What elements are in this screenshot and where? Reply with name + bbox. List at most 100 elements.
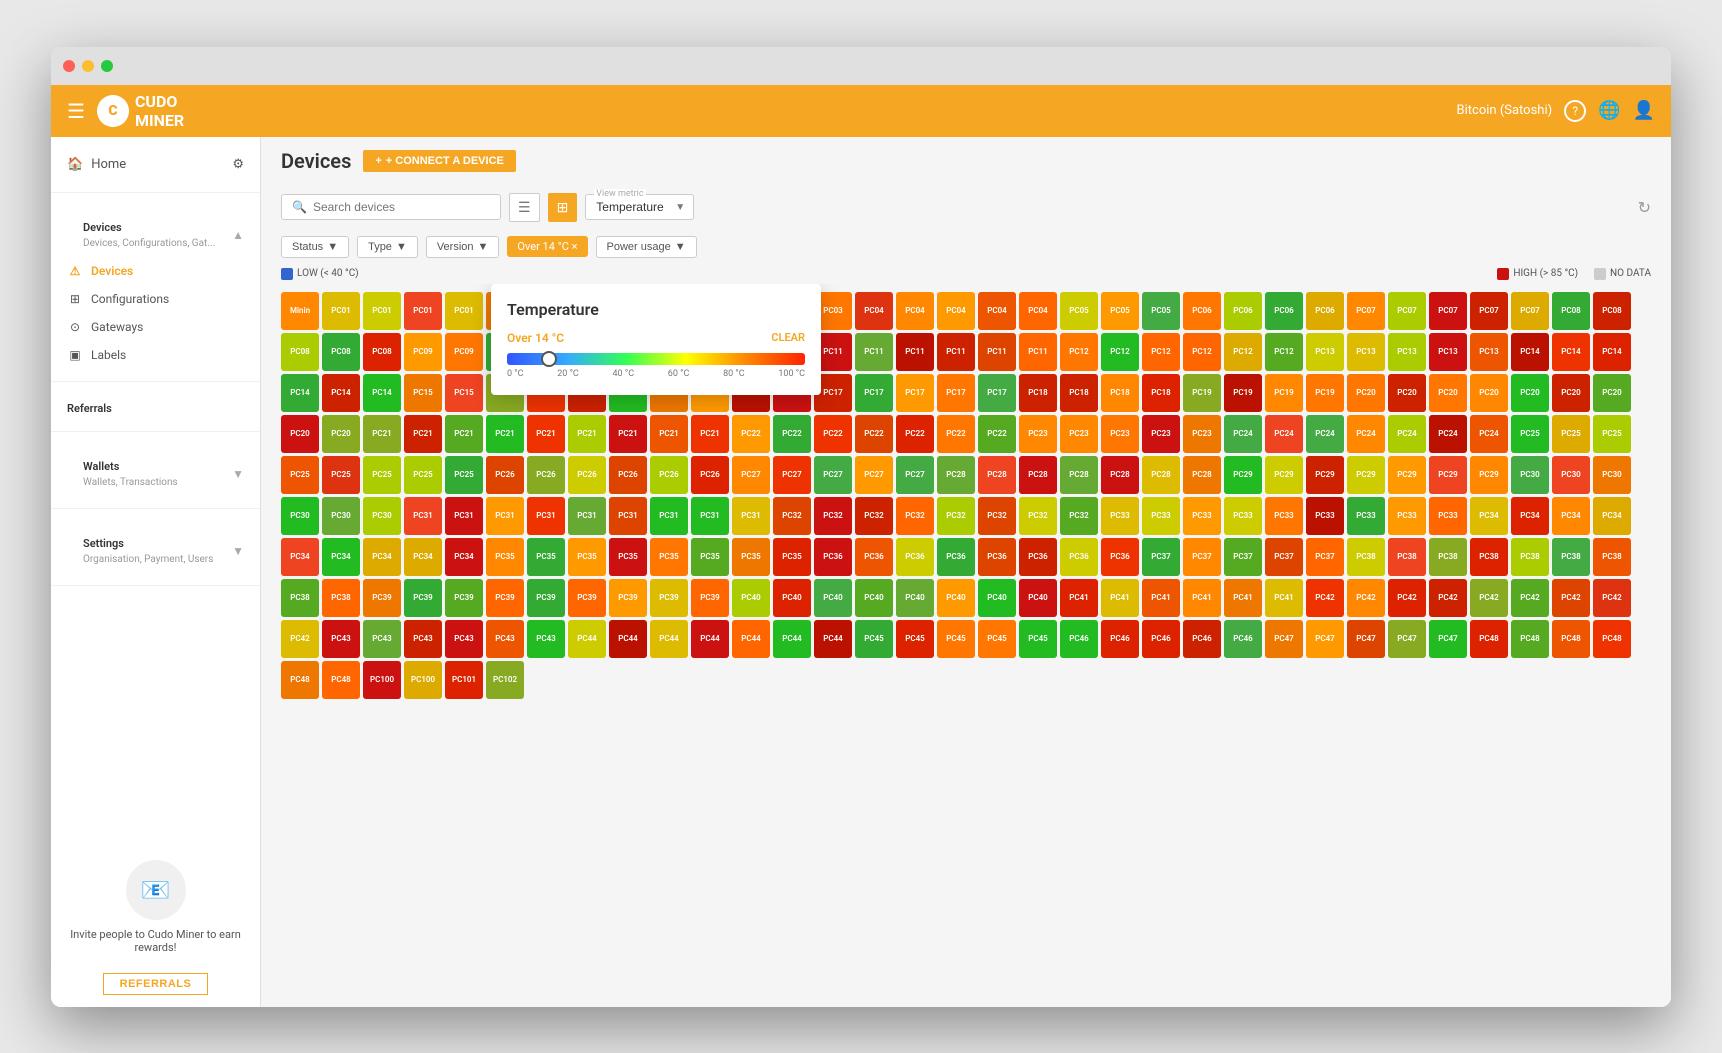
- device-tile[interactable]: PC36: [855, 538, 893, 576]
- device-tile[interactable]: PC19: [1306, 374, 1344, 412]
- device-tile[interactable]: PC01: [363, 292, 401, 330]
- device-tile[interactable]: PC33: [1306, 497, 1344, 535]
- collapse-icon[interactable]: ▲: [232, 228, 244, 242]
- device-tile[interactable]: PC41: [1224, 579, 1262, 617]
- device-tile[interactable]: PC31: [486, 497, 524, 535]
- device-tile[interactable]: PC07: [1429, 292, 1467, 330]
- wallets-collapse-icon[interactable]: ▼: [232, 467, 244, 481]
- device-tile[interactable]: PC32: [978, 497, 1016, 535]
- device-tile[interactable]: PC39: [404, 579, 442, 617]
- settings-collapse-icon[interactable]: ▼: [232, 544, 244, 558]
- connect-device-button[interactable]: + + CONNECT A DEVICE: [363, 150, 516, 172]
- device-tile[interactable]: PC13: [1470, 333, 1508, 371]
- device-tile[interactable]: PC29: [1470, 456, 1508, 494]
- device-tile[interactable]: PC41: [1183, 579, 1221, 617]
- device-tile[interactable]: PC34: [281, 538, 319, 576]
- device-tile[interactable]: Minin: [281, 292, 319, 330]
- device-tile[interactable]: PC44: [691, 620, 729, 658]
- user-icon[interactable]: 👤: [1633, 100, 1655, 121]
- device-tile[interactable]: PC29: [1265, 456, 1303, 494]
- device-tile[interactable]: PC43: [527, 620, 565, 658]
- device-tile[interactable]: PC01: [445, 292, 483, 330]
- device-tile[interactable]: PC13: [1388, 333, 1426, 371]
- device-tile[interactable]: PC24: [1347, 415, 1385, 453]
- device-tile[interactable]: PC27: [896, 456, 934, 494]
- device-tile[interactable]: PC32: [773, 497, 811, 535]
- device-tile[interactable]: PC43: [322, 620, 360, 658]
- device-tile[interactable]: PC43: [363, 620, 401, 658]
- device-tile[interactable]: PC33: [1142, 497, 1180, 535]
- device-tile[interactable]: PC32: [896, 497, 934, 535]
- device-tile[interactable]: PC12: [1060, 333, 1098, 371]
- device-tile[interactable]: PC34: [1552, 497, 1590, 535]
- device-tile[interactable]: PC25: [1511, 415, 1549, 453]
- device-tile[interactable]: PC29: [1347, 456, 1385, 494]
- device-tile[interactable]: PC31: [404, 497, 442, 535]
- device-tile[interactable]: PC19: [1265, 374, 1303, 412]
- device-tile[interactable]: PC39: [691, 579, 729, 617]
- device-tile[interactable]: PC08: [322, 333, 360, 371]
- device-tile[interactable]: PC21: [650, 415, 688, 453]
- device-tile[interactable]: PC39: [568, 579, 606, 617]
- device-tile[interactable]: PC42: [1306, 579, 1344, 617]
- device-tile[interactable]: PC15: [445, 374, 483, 412]
- device-tile[interactable]: PC25: [363, 456, 401, 494]
- device-tile[interactable]: PC29: [1388, 456, 1426, 494]
- device-tile[interactable]: PC27: [773, 456, 811, 494]
- device-tile[interactable]: PC46: [1142, 620, 1180, 658]
- device-tile[interactable]: PC39: [486, 579, 524, 617]
- device-tile[interactable]: PC26: [650, 456, 688, 494]
- device-tile[interactable]: PC32: [937, 497, 975, 535]
- device-tile[interactable]: PC21: [691, 415, 729, 453]
- device-tile[interactable]: PC22: [814, 415, 852, 453]
- device-tile[interactable]: PC102: [486, 661, 524, 699]
- search-box[interactable]: 🔍: [281, 194, 501, 220]
- device-tile[interactable]: PC26: [568, 456, 606, 494]
- device-tile[interactable]: PC12: [1101, 333, 1139, 371]
- device-tile[interactable]: PC46: [1101, 620, 1139, 658]
- device-tile[interactable]: PC39: [363, 579, 401, 617]
- device-tile[interactable]: PC04: [855, 292, 893, 330]
- sidebar-item-gateways[interactable]: ⊙ Gateways: [51, 313, 260, 341]
- device-tile[interactable]: PC14: [1552, 333, 1590, 371]
- device-tile[interactable]: PC09: [445, 333, 483, 371]
- device-tile[interactable]: PC17: [978, 374, 1016, 412]
- device-tile[interactable]: PC40: [896, 579, 934, 617]
- device-tile[interactable]: PC15: [404, 374, 442, 412]
- device-tile[interactable]: PC28: [1019, 456, 1057, 494]
- device-tile[interactable]: PC11: [937, 333, 975, 371]
- device-tile[interactable]: PC27: [814, 456, 852, 494]
- device-tile[interactable]: PC35: [650, 538, 688, 576]
- device-tile[interactable]: PC04: [978, 292, 1016, 330]
- device-tile[interactable]: PC25: [322, 456, 360, 494]
- device-tile[interactable]: PC41: [1142, 579, 1180, 617]
- device-tile[interactable]: PC23: [1183, 415, 1221, 453]
- device-tile[interactable]: PC22: [855, 415, 893, 453]
- device-tile[interactable]: PC26: [691, 456, 729, 494]
- device-tile[interactable]: PC45: [937, 620, 975, 658]
- device-tile[interactable]: PC28: [1060, 456, 1098, 494]
- device-tile[interactable]: PC42: [281, 620, 319, 658]
- view-metric-selector[interactable]: View metric Temperature Power Usage ▼: [585, 194, 694, 220]
- device-tile[interactable]: PC33: [1265, 497, 1303, 535]
- device-tile[interactable]: PC19: [1183, 374, 1221, 412]
- maximize-button[interactable]: [101, 60, 113, 72]
- device-tile[interactable]: PC32: [814, 497, 852, 535]
- device-tile[interactable]: PC13: [1429, 333, 1467, 371]
- grid-view-button[interactable]: ⊞: [548, 193, 578, 222]
- device-tile[interactable]: PC24: [1306, 415, 1344, 453]
- device-tile[interactable]: PC13: [1347, 333, 1385, 371]
- device-tile[interactable]: PC41: [1265, 579, 1303, 617]
- device-tile[interactable]: PC44: [732, 620, 770, 658]
- device-tile[interactable]: PC28: [937, 456, 975, 494]
- device-tile[interactable]: PC18: [1060, 374, 1098, 412]
- device-tile[interactable]: PC20: [1593, 374, 1631, 412]
- sidebar-item-devices[interactable]: ⚠ Devices: [51, 257, 260, 285]
- device-tile[interactable]: PC30: [322, 497, 360, 535]
- device-tile[interactable]: PC39: [445, 579, 483, 617]
- device-tile[interactable]: PC25: [445, 456, 483, 494]
- search-input[interactable]: [313, 200, 490, 214]
- device-tile[interactable]: PC31: [568, 497, 606, 535]
- device-tile[interactable]: PC32: [855, 497, 893, 535]
- device-tile[interactable]: PC46: [1224, 620, 1262, 658]
